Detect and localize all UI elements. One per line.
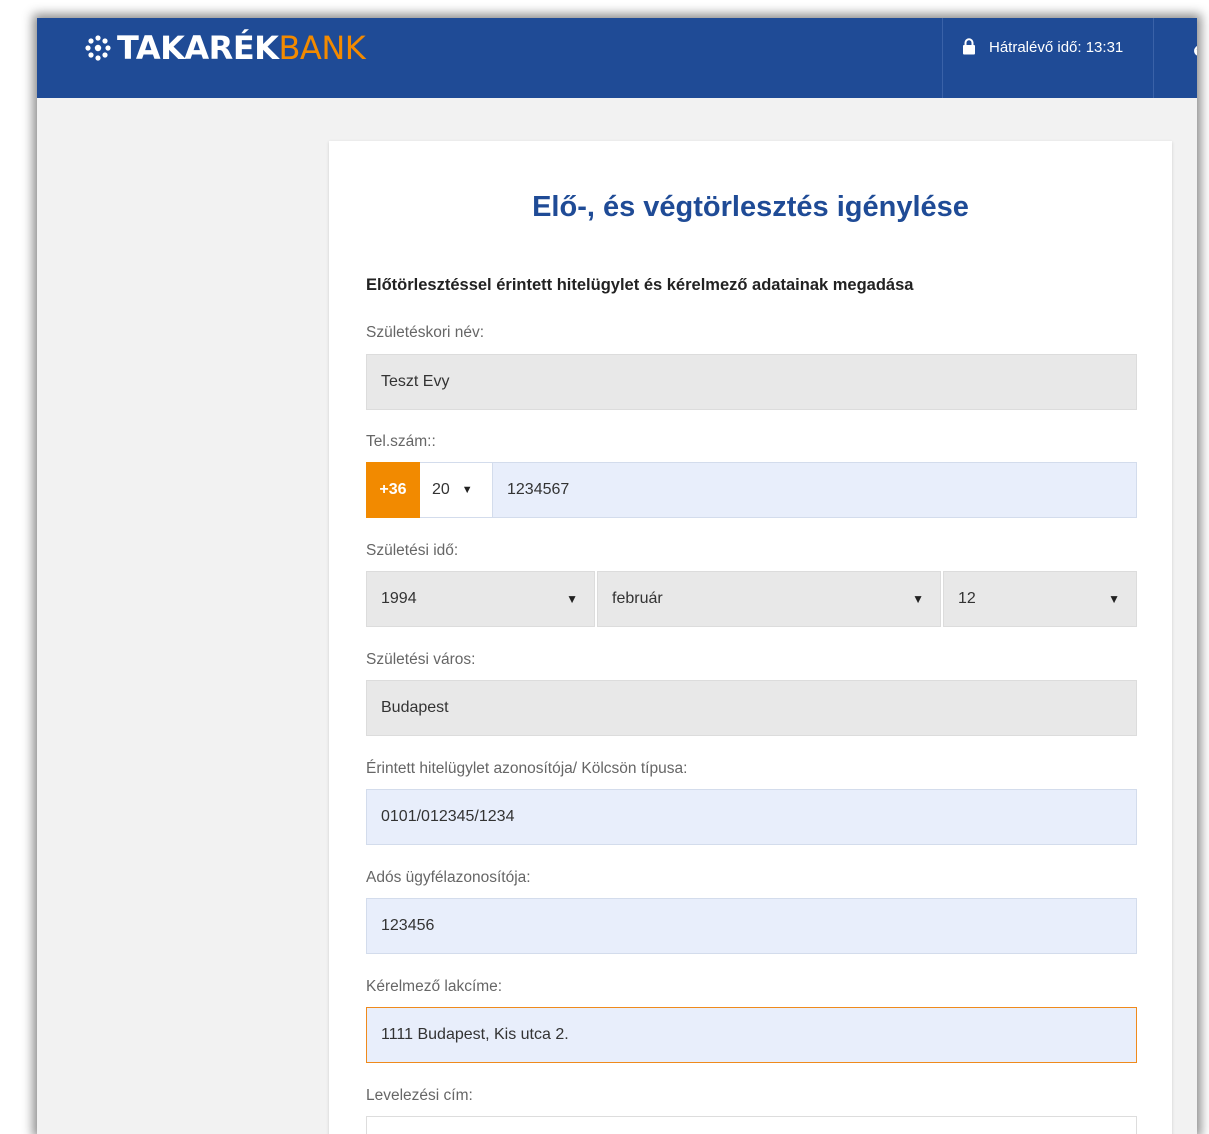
birth-city-field: Budapest: [366, 680, 1137, 736]
birth-year-select[interactable]: 1994 ▼: [366, 571, 595, 627]
section-heading: Előtörlesztéssel érintett hitelügylet és…: [366, 276, 914, 294]
debtor-id-label: Adós ügyfélazonosítója:: [366, 869, 531, 886]
birth-date-label: Születési idő:: [366, 542, 459, 559]
birth-date-selects: 1994 ▼ február ▼ 12 ▼: [366, 571, 1137, 627]
logo-text-accent: BANK: [278, 29, 366, 67]
chevron-down-icon: ▼: [566, 592, 578, 606]
timer-label: Hátralévő idő: 13:31: [989, 39, 1124, 56]
area-code-value: 20: [432, 481, 450, 498]
phone-number-value: 1234567: [507, 481, 570, 498]
loan-id-value: 0101/012345/1234: [381, 808, 515, 825]
chevron-down-icon: ▼: [461, 484, 473, 496]
lock-icon: [963, 38, 975, 55]
address-input[interactable]: 1111 Budapest, Kis utca 2.: [366, 1007, 1137, 1063]
chevron-down-icon: ▼: [912, 592, 924, 606]
session-timer: Hátralévő idő: 13:31: [942, 18, 1154, 98]
address-value: 1111 Budapest, Kis utca 2.: [381, 1026, 569, 1043]
phone-number-input[interactable]: 1234567: [493, 462, 1137, 518]
birth-day-value: 12: [958, 590, 976, 607]
debtor-id-value: 123456: [381, 917, 435, 934]
logo-text-main: TAKARÉK: [117, 29, 279, 67]
debtor-id-input[interactable]: 123456: [366, 898, 1137, 954]
birth-month-value: február: [612, 590, 663, 607]
birth-year-value: 1994: [381, 590, 417, 607]
birth-city-value: Budapest: [381, 699, 449, 716]
mailing-address-label: Levelezési cím:: [366, 1087, 473, 1104]
form-card: Elő-, és végtörlesztés igénylése Előtörl…: [329, 141, 1172, 1134]
phone-label: Tel.szám::: [366, 433, 436, 450]
logo-flower-icon: [85, 35, 111, 61]
page-title: Elő-, és végtörlesztés igénylése: [532, 191, 969, 223]
bank-logo[interactable]: TAKARÉK BANK: [81, 29, 366, 67]
top-bar: TAKARÉKBANK Hátralévő idő: 13:31 ☻: [37, 18, 1197, 98]
chevron-down-icon: ▼: [1108, 592, 1120, 606]
loan-id-input[interactable]: 0101/012345/1234: [366, 789, 1137, 845]
browser-viewport: TAKARÉKBANK Hátralévő idő: 13:31 ☻ Elő-,…: [37, 18, 1197, 1134]
address-label: Kérelmező lakcíme:: [366, 978, 503, 995]
loan-id-label: Érintett hitelügylet azonosítója/ Kölcsö…: [366, 760, 688, 777]
area-code-select[interactable]: 20 ▼: [420, 462, 493, 518]
user-icon[interactable]: ☻: [1190, 40, 1197, 60]
phone-input-group: +36 20 ▼ 1234567: [366, 462, 1137, 518]
birth-day-select[interactable]: 12 ▼: [943, 571, 1137, 627]
country-code-badge: +36: [366, 462, 420, 518]
birth-month-select[interactable]: február ▼: [597, 571, 941, 627]
birth-city-label: Születési város:: [366, 651, 476, 668]
birth-name-field: Teszt Evy: [366, 354, 1137, 410]
birth-name-label: Születéskori név:: [366, 324, 485, 341]
birth-name-value: Teszt Evy: [381, 373, 450, 390]
mailing-address-input[interactable]: [366, 1116, 1137, 1134]
